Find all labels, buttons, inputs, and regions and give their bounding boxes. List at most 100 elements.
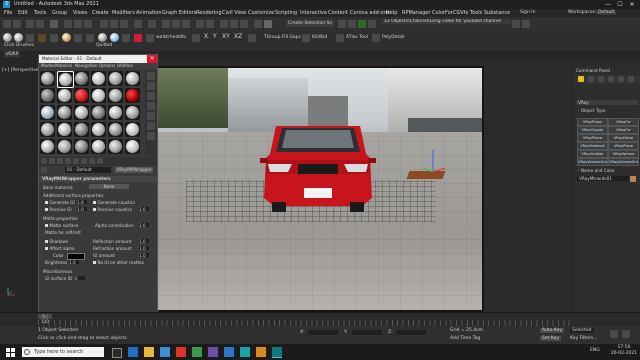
- generate-caustics-checkbox[interactable]: Generate caustics: [93, 200, 135, 205]
- menu-rpmanager[interactable]: RPManager: [402, 9, 430, 17]
- transform-gizmo-icon[interactable]: [418, 146, 448, 176]
- material-editor-titlebar[interactable]: Material Editor - 01 - Default: [39, 55, 157, 63]
- material-name-field[interactable]: 01 - Default: [65, 167, 111, 173]
- go-parent-icon[interactable]: [97, 158, 103, 164]
- sphere-icon[interactable]: [3, 33, 12, 42]
- x-coord-field[interactable]: [308, 330, 338, 335]
- zoom-icon[interactable]: [610, 330, 618, 338]
- menu-group[interactable]: Group: [52, 9, 67, 17]
- menu-views[interactable]: Views: [73, 9, 87, 17]
- material-editor-icon[interactable]: [254, 20, 262, 28]
- material-slot[interactable]: [108, 88, 123, 103]
- material-slot[interactable]: [125, 122, 140, 137]
- render-frame-icon[interactable]: [338, 20, 346, 28]
- shadows-checkbox[interactable]: Shadows: [45, 239, 68, 244]
- render-setup-icon[interactable]: [264, 20, 272, 28]
- display-tab-icon[interactable]: [618, 76, 624, 82]
- menu-customize[interactable]: Customize: [248, 9, 274, 17]
- material-slot[interactable]: [125, 105, 140, 120]
- make-unique-icon[interactable]: [73, 158, 79, 164]
- vrayfur-button[interactable]: VRayFur: [608, 118, 639, 126]
- fill-gaps-label[interactable]: Fill Gaps: [282, 35, 301, 40]
- menu-corona-addons[interactable]: Corona add-ons: [350, 9, 390, 17]
- put-to-scene-icon[interactable]: [49, 158, 55, 164]
- task-view-icon[interactable]: [112, 348, 122, 358]
- axis-xy-button[interactable]: XY: [222, 33, 230, 40]
- vrayproxy-button[interactable]: VRayProxy: [577, 118, 608, 126]
- taskbar-app-icon[interactable]: [176, 347, 186, 357]
- clock-date[interactable]: 26-02-2021: [610, 351, 638, 356]
- clock-time[interactable]: 17:50: [610, 345, 638, 350]
- angle-snap-icon[interactable]: [172, 20, 180, 28]
- material-slot[interactable]: [91, 105, 106, 120]
- render-icon[interactable]: [348, 20, 356, 28]
- taskbar-app-store-icon[interactable]: [160, 347, 170, 357]
- rotate-icon[interactable]: [110, 20, 118, 28]
- link-icon[interactable]: [26, 20, 34, 28]
- vrayvolumegrid-button[interactable]: VRayVolumeGrid: [577, 158, 608, 166]
- taskbar-app-icon[interactable]: [192, 347, 202, 357]
- material-slot[interactable]: [57, 105, 72, 120]
- material-slot[interactable]: [91, 71, 106, 86]
- mat-menu-navigation[interactable]: Navigation: [75, 63, 98, 68]
- sun-icon[interactable]: [62, 33, 71, 42]
- material-slot[interactable]: [74, 122, 89, 137]
- tool-icon[interactable]: [192, 34, 200, 42]
- material-slot[interactable]: [91, 122, 106, 137]
- select-filter-dropdown[interactable]: [50, 20, 58, 28]
- teapot-icon[interactable]: [14, 33, 23, 42]
- grid-icon[interactable]: [122, 34, 130, 42]
- sample-type-icon[interactable]: [147, 72, 155, 80]
- matte-surface-checkbox[interactable]: Matte surface: [45, 223, 78, 228]
- polydetail-label[interactable]: PolyDetail: [382, 35, 404, 40]
- windows-start-icon[interactable]: [6, 348, 15, 357]
- options-icon[interactable]: [147, 132, 155, 140]
- maximize-button[interactable]: ☐: [614, 0, 626, 9]
- taskbar-app-icon[interactable]: [256, 347, 266, 357]
- key-filters-button[interactable]: Key Filters...: [570, 336, 597, 341]
- vrayclipper-button[interactable]: VRayClipper: [577, 126, 608, 134]
- material-slot[interactable]: [57, 71, 74, 88]
- mat-menu-utilities[interactable]: Utilities: [117, 63, 133, 68]
- camera-icon[interactable]: [50, 34, 58, 42]
- matte-refl-checkbox[interactable]: Matte for refl/refr: [45, 230, 81, 235]
- walkthrough-label[interactable]: walktrhee: [156, 35, 178, 40]
- shadow-color-swatch[interactable]: [67, 253, 85, 260]
- reference-coord-icon[interactable]: [134, 20, 142, 28]
- kill-icon[interactable]: [302, 34, 310, 42]
- material-slot[interactable]: [74, 71, 89, 86]
- env-icon[interactable]: [110, 33, 119, 42]
- backlight-icon[interactable]: [147, 82, 155, 90]
- taskbar-search-input[interactable]: Type here to search: [22, 347, 104, 357]
- curve-editor-icon[interactable]: [230, 20, 238, 28]
- base-material-button[interactable]: None: [89, 184, 129, 189]
- percent-snap-icon[interactable]: [182, 20, 190, 28]
- background-icon[interactable]: [147, 92, 155, 100]
- refraction-amount-value[interactable]: 1.0: [139, 246, 149, 251]
- selection-set-dropdown[interactable]: Create Selection Se: [286, 20, 335, 27]
- workspaces-select[interactable]: Default: [596, 10, 617, 15]
- vrayplane-button[interactable]: VRayPlane: [577, 134, 608, 142]
- menu-interactive[interactable]: Interactive: [300, 9, 327, 17]
- space-warp-icon[interactable]: [86, 34, 94, 42]
- material-slot[interactable]: [57, 122, 72, 137]
- tgroup-label[interactable]: TGroup: [264, 35, 280, 40]
- alpha-contribution-value[interactable]: 1.0: [139, 223, 149, 228]
- object-color-swatch[interactable]: [630, 176, 636, 182]
- walkthrough-icon[interactable]: [146, 34, 154, 42]
- schematic-icon[interactable]: [240, 20, 248, 28]
- vrayscatter-button[interactable]: VRayScatter: [577, 150, 608, 158]
- gi-amount-value[interactable]: 1.0: [139, 253, 149, 258]
- menu-animation[interactable]: Animation: [136, 9, 162, 17]
- material-slot[interactable]: [125, 71, 140, 86]
- create-tab-icon[interactable]: [578, 76, 584, 82]
- menu-colorforcg[interactable]: ColorForCGVfx Tools: [432, 9, 482, 17]
- box-icon[interactable]: [26, 34, 34, 42]
- menu-file[interactable]: File: [4, 9, 12, 17]
- material-slot[interactable]: [57, 88, 72, 103]
- menu-help[interactable]: Help: [386, 9, 397, 17]
- menu-substance[interactable]: Substance: [484, 9, 510, 17]
- y-coord-field[interactable]: [352, 330, 382, 335]
- axis-x-button[interactable]: X: [204, 33, 208, 40]
- gi-surface-id-value[interactable]: 0: [75, 276, 85, 281]
